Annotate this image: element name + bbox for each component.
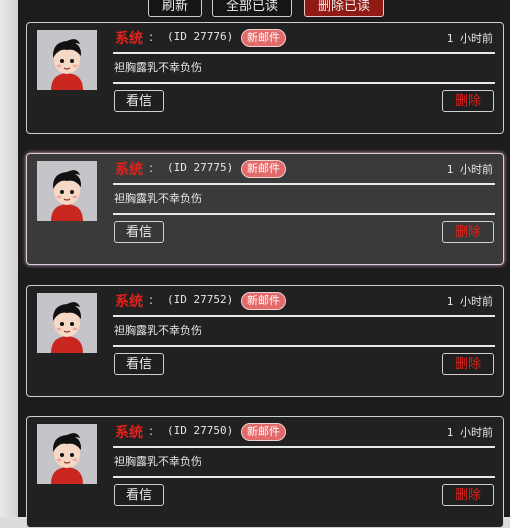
message-id: (ID 27752) bbox=[167, 293, 234, 306]
message-body: 袒胸露乳不幸负伤 bbox=[114, 324, 202, 337]
sender-name: 系统 bbox=[115, 294, 143, 310]
read-mail-button[interactable]: 看信 bbox=[114, 484, 164, 506]
message-id: (ID 27750) bbox=[167, 424, 234, 437]
new-mail-badge: 新邮件 bbox=[241, 423, 286, 441]
read-mail-button[interactable]: 看信 bbox=[114, 353, 164, 375]
delete-mail-button[interactable]: 删除 bbox=[442, 484, 494, 506]
delete-mail-button[interactable]: 删除 bbox=[442, 353, 494, 375]
page-background bbox=[0, 0, 20, 517]
mail-card: 系统 : (ID 27775) 新邮件 1 小时前 袒胸露乳不幸负伤 看信 删除 bbox=[26, 153, 504, 265]
sender-separator: : bbox=[149, 30, 154, 44]
divider bbox=[113, 213, 495, 215]
new-mail-badge: 新邮件 bbox=[241, 160, 286, 178]
new-mail-badge: 新邮件 bbox=[241, 29, 286, 47]
read-mail-button[interactable]: 看信 bbox=[114, 221, 164, 243]
mail-card: 系统 : (ID 27752) 新邮件 1 小时前 袒胸露乳不幸负伤 看信 删除 bbox=[26, 285, 504, 397]
message-body: 袒胸露乳不幸负伤 bbox=[114, 192, 202, 205]
mail-card: 系统 : (ID 27750) 新邮件 1 小时前 袒胸露乳不幸负伤 看信 删除 bbox=[26, 416, 504, 528]
delete-mail-button[interactable]: 删除 bbox=[442, 221, 494, 243]
mail-card: 系统 : (ID 27776) 新邮件 1 小时前 袒胸露乳不幸负伤 看信 删除 bbox=[26, 22, 504, 134]
message-body: 袒胸露乳不幸负伤 bbox=[114, 61, 202, 74]
avatar bbox=[37, 30, 97, 90]
divider bbox=[113, 476, 495, 478]
avatar bbox=[37, 161, 97, 221]
timestamp: 1 小时前 bbox=[446, 163, 493, 176]
divider bbox=[113, 315, 495, 317]
divider bbox=[113, 446, 495, 448]
new-mail-badge: 新邮件 bbox=[241, 292, 286, 310]
message-body: 袒胸露乳不幸负伤 bbox=[114, 455, 202, 468]
read-mail-button[interactable]: 看信 bbox=[114, 90, 164, 112]
timestamp: 1 小时前 bbox=[446, 295, 493, 308]
divider bbox=[113, 183, 495, 185]
message-id: (ID 27775) bbox=[167, 161, 234, 174]
delete-mail-button[interactable]: 删除 bbox=[442, 90, 494, 112]
sender-separator: : bbox=[149, 161, 154, 175]
timestamp: 1 小时前 bbox=[446, 426, 493, 439]
divider bbox=[113, 345, 495, 347]
sender-name: 系统 bbox=[115, 31, 143, 47]
mark-all-read-button[interactable]: 全部已读 bbox=[212, 0, 292, 17]
message-id: (ID 27776) bbox=[167, 30, 234, 43]
delete-read-button[interactable]: 删除已读 bbox=[304, 0, 384, 17]
sender-name: 系统 bbox=[115, 162, 143, 178]
divider bbox=[113, 52, 495, 54]
divider bbox=[113, 82, 495, 84]
avatar bbox=[37, 424, 97, 484]
sender-name: 系统 bbox=[115, 425, 143, 441]
refresh-button[interactable]: 刷新 bbox=[148, 0, 202, 17]
timestamp: 1 小时前 bbox=[446, 32, 493, 45]
sender-separator: : bbox=[149, 293, 154, 307]
avatar bbox=[37, 293, 97, 353]
sender-separator: : bbox=[149, 424, 154, 438]
